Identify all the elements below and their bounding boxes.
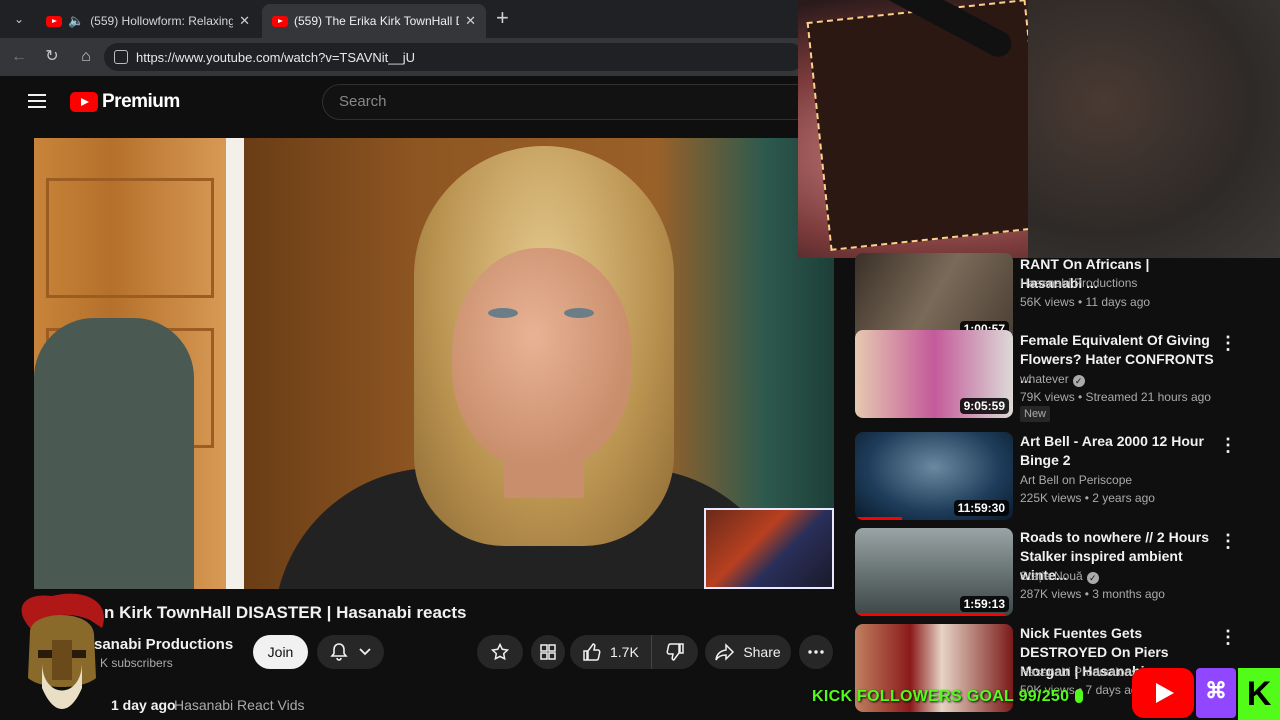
twitch-badge-icon: ⌘ bbox=[1196, 668, 1236, 718]
recommendation-meta: 287K views • 3 months ago bbox=[1020, 587, 1165, 601]
browser-tab-2-active[interactable]: (559) The Erika Kirk TownHall DISA ✕ bbox=[262, 4, 486, 38]
screen: ⌄ 🔈 (559) Hollowform: Relaxing A ✕ (559)… bbox=[0, 0, 1280, 720]
more-actions-button[interactable] bbox=[799, 635, 833, 669]
url-text: https://www.youtube.com/watch?v=TSAVNit_… bbox=[136, 49, 416, 65]
more-vertical-icon[interactable]: ⋮ bbox=[1219, 628, 1237, 646]
duration-badge: 1:59:13 bbox=[959, 596, 1009, 612]
like-count: 1.7K bbox=[610, 644, 639, 660]
thumbs-up-icon bbox=[583, 643, 601, 661]
recommendation-channel[interactable]: whatever ✓ bbox=[1020, 372, 1085, 387]
bell-icon bbox=[330, 643, 348, 661]
recommendation-meta: 225K views • 2 years ago bbox=[1020, 491, 1155, 505]
star-icon bbox=[491, 643, 509, 661]
video-frame-person-left bbox=[34, 318, 194, 589]
more-vertical-icon[interactable]: ⋮ bbox=[1219, 436, 1237, 454]
recommendation-title[interactable]: Art Bell - Area 2000 12 Hour Binge 2 bbox=[1020, 432, 1215, 470]
video-title: n Kirk TownHall DISASTER | Hasanabi reac… bbox=[104, 603, 467, 622]
tab-search-chevron-icon[interactable]: ⌄ bbox=[8, 8, 30, 30]
recommendation-channel[interactable]: Hasanabi Productions bbox=[1020, 276, 1137, 290]
recommendation-item[interactable]: 11:59:30 Art Bell - Area 2000 12 Hour Bi… bbox=[855, 432, 1255, 522]
like-button[interactable]: 1.7K bbox=[570, 635, 652, 669]
share-label: Share bbox=[743, 644, 781, 660]
recommendation-item[interactable]: 1:59:13 Roads to nowhere // 2 Hours Stal… bbox=[855, 528, 1255, 618]
address-bar[interactable]: https://www.youtube.com/watch?v=TSAVNit_… bbox=[104, 43, 804, 71]
kick-followers-goal: KICK FOLLOWERS GOAL 99/250 bbox=[812, 688, 1084, 706]
browser-tab-1[interactable]: 🔈 (559) Hollowform: Relaxing A ✕ bbox=[36, 4, 260, 38]
hamburger-menu-icon[interactable] bbox=[28, 94, 46, 108]
verified-check-icon: ✓ bbox=[1086, 572, 1099, 584]
youtube-favicon-icon bbox=[272, 15, 288, 27]
like-dislike-group: 1.7K bbox=[570, 635, 698, 669]
tab-title: (559) Hollowform: Relaxing A bbox=[90, 14, 234, 28]
duration-badge: 9:05:59 bbox=[959, 398, 1009, 414]
recommendation-item[interactable]: 9:05:59 Female Equivalent Of Giving Flow… bbox=[855, 330, 1255, 422]
reload-icon[interactable]: ↻ bbox=[41, 46, 63, 68]
recommendation-channel[interactable]: Hasanabi Productions bbox=[1020, 665, 1137, 679]
notification-bell-button[interactable] bbox=[317, 635, 384, 669]
share-button[interactable]: Share bbox=[705, 635, 791, 669]
chevron-down-icon bbox=[359, 648, 371, 656]
logo-text: Premium bbox=[102, 91, 180, 112]
tab-title: (559) The Erika Kirk TownHall DISA bbox=[294, 14, 459, 28]
dislike-button[interactable] bbox=[652, 635, 698, 669]
new-badge: New bbox=[1020, 406, 1051, 422]
watch-progress-bar bbox=[855, 517, 903, 520]
video-thumbnail[interactable]: 1:59:13 bbox=[855, 528, 1013, 616]
goal-progress-icon bbox=[1075, 689, 1084, 703]
close-icon[interactable]: ✕ bbox=[239, 13, 250, 29]
save-button[interactable] bbox=[477, 635, 523, 669]
video-thumbnail[interactable]: 9:05:59 bbox=[855, 330, 1013, 418]
join-button[interactable]: Join bbox=[253, 635, 308, 669]
thumbs-down-icon bbox=[666, 643, 684, 661]
spartan-mascot-emblem bbox=[21, 593, 104, 709]
duration-badge: 11:59:30 bbox=[953, 500, 1009, 516]
back-arrow-icon[interactable]: ← bbox=[8, 46, 30, 68]
clip-button[interactable] bbox=[531, 635, 565, 669]
speaker-icon[interactable]: 🔈 bbox=[68, 13, 84, 29]
more-horizontal-icon bbox=[808, 650, 824, 654]
grid-icon bbox=[540, 644, 556, 660]
site-info-icon[interactable] bbox=[114, 50, 128, 64]
more-vertical-icon[interactable]: ⋮ bbox=[1219, 532, 1237, 550]
verified-check-icon: ✓ bbox=[1072, 375, 1085, 387]
youtube-favicon-icon bbox=[46, 15, 62, 27]
close-icon[interactable]: ✕ bbox=[465, 13, 476, 29]
upload-channel-link[interactable]: Hasanabi React Vids bbox=[174, 697, 304, 713]
recommendation-channel[interactable]: Art Bell on Periscope bbox=[1020, 473, 1132, 487]
video-thumbnail[interactable]: 11:59:30 bbox=[855, 432, 1013, 520]
video-thumbnail[interactable]: 1:00:57 bbox=[855, 253, 1013, 341]
video-frame-face bbox=[452, 248, 632, 468]
more-vertical-icon[interactable]: ⋮ bbox=[1219, 334, 1237, 352]
streamer-overlay-thumbnail bbox=[704, 508, 834, 589]
youtube-premium-logo[interactable]: Premium bbox=[70, 91, 180, 113]
recommendation-meta: 56K views • 11 days ago bbox=[1020, 295, 1151, 309]
recommendation-channel[interactable]: Stația Nouă ✓ bbox=[1020, 569, 1099, 584]
kick-badge-icon: K bbox=[1238, 668, 1280, 720]
streamer-webcam bbox=[798, 0, 1280, 258]
youtube-logo-icon bbox=[70, 92, 98, 112]
upload-date: 1 day ago bbox=[111, 697, 176, 713]
youtube-masthead: Premium Search bbox=[4, 76, 834, 128]
youtube-badge-icon bbox=[1132, 668, 1194, 718]
watch-progress-bar bbox=[855, 613, 1006, 616]
recommendation-meta: 79K views • Streamed 21 hours ago bbox=[1020, 390, 1211, 404]
video-player[interactable] bbox=[34, 138, 834, 589]
search-input[interactable]: Search bbox=[322, 84, 834, 120]
share-arrow-icon bbox=[715, 643, 735, 661]
new-tab-icon[interactable]: + bbox=[496, 6, 509, 30]
home-icon[interactable]: ⌂ bbox=[75, 46, 97, 68]
